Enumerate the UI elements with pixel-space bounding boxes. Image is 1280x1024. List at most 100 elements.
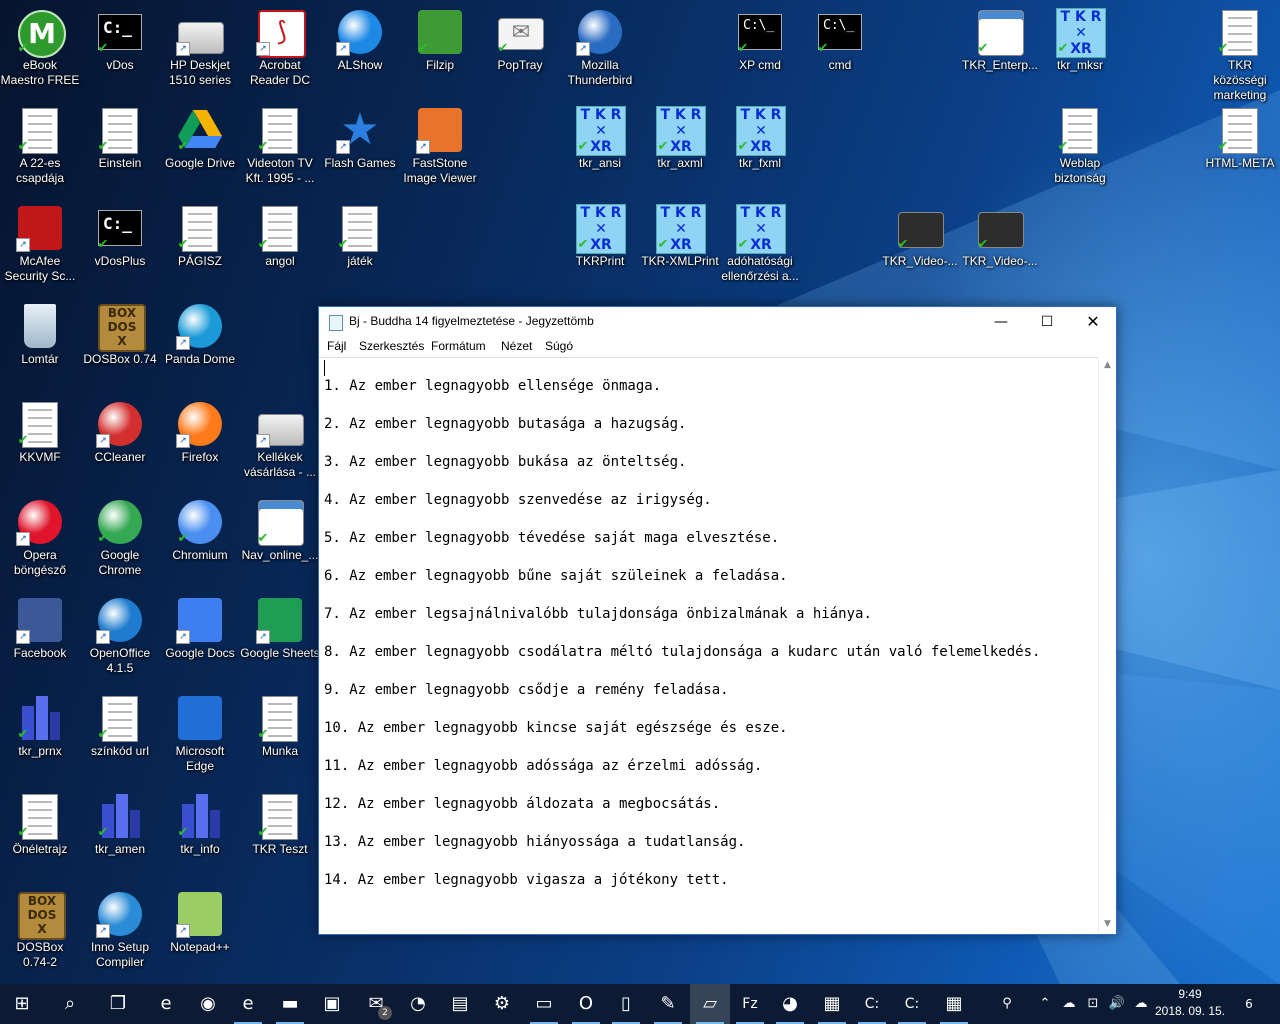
- desktop-icon-weblap-biztonsag[interactable]: ✔ Weblap biztonság: [1040, 98, 1120, 194]
- clock[interactable]: 9:49 2018. 09. 15.: [1152, 986, 1228, 1020]
- desktop-icon-openoffice-4-1-5[interactable]: ↗ OpenOffice 4.1.5: [80, 588, 160, 684]
- desktop-icon-flash-games[interactable]: ★ ↗ Flash Games: [320, 98, 400, 194]
- desktop-icon-filzip[interactable]: ✔ Filzip: [400, 0, 480, 96]
- desktop-icon-tkr-teszt[interactable]: ✔ TKR Teszt: [240, 784, 320, 880]
- desktop-icon-hp-deskjet-1510-series[interactable]: ↗ HP Deskjet 1510 series: [160, 0, 240, 96]
- desktop-icon-vdosplus[interactable]: C:_ ✔ vDosPlus: [80, 196, 160, 292]
- network-icon[interactable]: ⊡: [1082, 984, 1104, 1024]
- desktop-icon-google-drive[interactable]: ✔ Google Drive: [160, 98, 240, 194]
- cmd-icon[interactable]: ▭: [524, 984, 564, 1024]
- desktop-icon-tkr-enterp[interactable]: ✔ TKR_Enterp...: [960, 0, 1040, 96]
- desktop-icon-inno-setup-compiler[interactable]: ↗ Inno Setup Compiler: [80, 882, 160, 978]
- document-icon[interactable]: ▯: [606, 984, 646, 1024]
- chrome-icon[interactable]: ◉: [188, 984, 228, 1024]
- desktop-icon-mcafee-security-sc[interactable]: ↗ McAfee Security Sc...: [0, 196, 80, 292]
- desktop-icon-tkrprint[interactable]: T K R ✕ XR ✔ TKRPrint: [560, 196, 640, 292]
- desktop-icon-facebook[interactable]: ↗ Facebook: [0, 588, 80, 684]
- desktop-icon-pagisz[interactable]: ✔ PÁGISZ: [160, 196, 240, 292]
- desktop-icon-vdos[interactable]: C:_ ✔ vDos: [80, 0, 160, 96]
- desktop-icon-tkr-video[interactable]: ✔ TKR_Video-...: [880, 196, 960, 292]
- desktop-icon-einstein[interactable]: ✔ Einstein: [80, 98, 160, 194]
- desktop-icon-xp-cmd[interactable]: C:\_ ✔ XP cmd: [720, 0, 800, 96]
- menu-file[interactable]: Fájl: [327, 339, 346, 353]
- desktop-icon-acrobat-reader-dc[interactable]: ⟆ ↗ Acrobat Reader DC: [240, 0, 320, 96]
- thunderbird-icon[interactable]: ◔: [398, 984, 438, 1024]
- desktop-icon-szinkod-url[interactable]: ✔ színkód url: [80, 686, 160, 782]
- people-icon[interactable]: ⚲: [996, 984, 1018, 1024]
- scroll-down-arrow[interactable]: ▼: [1099, 916, 1116, 933]
- edge-icon[interactable]: e: [146, 984, 186, 1024]
- paint-icon[interactable]: ✎: [648, 984, 688, 1024]
- desktop-icon-google-chrome[interactable]: ✔ Google Chrome: [80, 490, 160, 586]
- desktop-icon-dosbox-0-74-2[interactable]: BOX DOS X DOSBox 0.74-2: [0, 882, 80, 978]
- minimize-button[interactable]: —: [978, 307, 1024, 337]
- desktop-icon-google-sheets[interactable]: ↗ Google Sheets: [240, 588, 320, 684]
- desktop-icon-cmd[interactable]: C:\_ ✔ cmd: [800, 0, 880, 96]
- vdosplus-icon[interactable]: C:: [892, 984, 932, 1024]
- desktop-icon-tkr-xmlprint[interactable]: T K R ✕ XR ✔ TKR-XMLPrint: [640, 196, 720, 292]
- ie-icon[interactable]: e: [228, 984, 268, 1024]
- desktop-icon-tkr-ansi[interactable]: T K R ✕ XR ✔ tkr_ansi: [560, 98, 640, 194]
- desktop-icon-ccleaner[interactable]: ↗ CCleaner: [80, 392, 160, 488]
- desktop-icon-microsoft-edge[interactable]: Microsoft Edge: [160, 686, 240, 782]
- desktop-icon-nav-online[interactable]: ✔ Nav_online_...: [240, 490, 320, 586]
- close-button[interactable]: ✕: [1070, 307, 1116, 337]
- vertical-scrollbar[interactable]: ▲ ▼: [1098, 357, 1116, 933]
- desktop-icon-oneletrajz[interactable]: ✔ Önéletrajz: [0, 784, 80, 880]
- desktop-icon-tkr-mksr[interactable]: T K R ✕ XR ✔ tkr_mksr: [1040, 0, 1120, 96]
- desktop-icon-videoton-tv-kft-1995[interactable]: ✔ Videoton TV Kft. 1995 - ...: [240, 98, 320, 194]
- menu-view[interactable]: Nézet: [501, 339, 532, 353]
- task-view-icon[interactable]: ❐: [98, 984, 138, 1024]
- firefox-icon[interactable]: ◕: [770, 984, 810, 1024]
- volume-icon[interactable]: 🔊: [1106, 984, 1128, 1024]
- show-hidden-icons[interactable]: ⌃: [1034, 984, 1056, 1024]
- menu-edit[interactable]: Szerkesztés: [359, 339, 424, 353]
- dosbox-icon[interactable]: ▦: [812, 984, 852, 1024]
- desktop-icon-ebook-maestro-free[interactable]: M ✔ eBook Maestro FREE: [0, 0, 80, 96]
- desktop-icon-notepad[interactable]: ↗ Notepad++: [160, 882, 240, 978]
- maximize-button[interactable]: ☐: [1024, 307, 1070, 337]
- desktop-icon-munka[interactable]: ✔ Munka: [240, 686, 320, 782]
- desktop-icon-html-meta[interactable]: ✔ HTML-META: [1200, 98, 1280, 194]
- desktop-icon-dosbox-0-74[interactable]: BOX DOS X DOSBox 0.74: [80, 294, 160, 390]
- desktop-icon-kellekek-vasarlasa[interactable]: ↗ Kellékek vásárlása - ...: [240, 392, 320, 488]
- scroll-up-arrow[interactable]: ▲: [1099, 357, 1116, 374]
- notepad-icon[interactable]: ▱: [690, 984, 730, 1024]
- desktop-icon-panda-dome[interactable]: ↗ Panda Dome: [160, 294, 240, 390]
- desktop-icon-tkr-axml[interactable]: T K R ✕ XR ✔ tkr_axml: [640, 98, 720, 194]
- desktop-icon-mozilla-thunderbird[interactable]: ↗ Mozilla Thunderbird: [560, 0, 640, 96]
- desktop-icon-firefox[interactable]: ↗ Firefox: [160, 392, 240, 488]
- calculator-icon[interactable]: ▦: [934, 984, 974, 1024]
- desktop-icon-opera-bongeszo[interactable]: ↗ Opera böngésző: [0, 490, 80, 586]
- desktop-icon-tkr-amen[interactable]: ✔ tkr_amen: [80, 784, 160, 880]
- desktop-icon-tkr-info[interactable]: ✔ tkr_info: [160, 784, 240, 880]
- desktop-icon-tkr-video[interactable]: ✔ TKR_Video-...: [960, 196, 1040, 292]
- search-icon[interactable]: ⌕: [50, 984, 90, 1024]
- title-bar[interactable]: Bj - Buddha 14 figyelmeztetése - Jegyzet…: [319, 307, 1116, 337]
- store-icon[interactable]: ▣: [312, 984, 352, 1024]
- desktop-icon-tkr-fxml[interactable]: T K R ✕ XR ✔ tkr_fxml: [720, 98, 800, 194]
- menu-help[interactable]: Súgó: [545, 339, 573, 353]
- vdos-icon[interactable]: C:: [852, 984, 892, 1024]
- desktop-icon-a-22-es-csapdaja[interactable]: ✔ A 22-es csapdája: [0, 98, 80, 194]
- onedrive-icon[interactable]: ☁: [1058, 984, 1080, 1024]
- filezilla-icon[interactable]: Fz: [730, 984, 770, 1024]
- notification-center-icon[interactable]: 6: [1236, 984, 1262, 1024]
- desktop-icon-tkr-prnx[interactable]: ✔ tkr_prnx: [0, 686, 80, 782]
- desktop-icon-faststone-image-viewer[interactable]: ↗ FastStone Image Viewer: [400, 98, 480, 194]
- desktop-icon-adohatosagi-ellenorzesi-a[interactable]: T K R ✕ XR ✔ adóhatósági ellenőrzési a...: [720, 196, 800, 292]
- settings-icon[interactable]: ⚙: [482, 984, 522, 1024]
- text-area[interactable]: 1. Az ember legnagyobb ellensége önmaga.…: [319, 357, 1099, 934]
- contacts-icon[interactable]: ▤: [440, 984, 480, 1024]
- file-explorer-icon[interactable]: ▬: [270, 984, 310, 1024]
- desktop-icon-poptray[interactable]: ✉ ✔ PopTray: [480, 0, 560, 96]
- desktop-icon-lomtar[interactable]: Lomtár: [0, 294, 80, 390]
- desktop-icon-alshow[interactable]: ↗ ALShow: [320, 0, 400, 96]
- cloud-sync-icon[interactable]: ☁: [1130, 984, 1152, 1024]
- desktop-icon-angol[interactable]: ✔ angol: [240, 196, 320, 292]
- desktop-icon-tkr-kozossegi-marketing[interactable]: ✔ TKR közösségi marketing: [1200, 0, 1280, 102]
- desktop-icon-jatek[interactable]: ✔ játék: [320, 196, 400, 292]
- menu-format[interactable]: Formátum: [431, 339, 486, 353]
- opera-icon[interactable]: O: [566, 984, 606, 1024]
- desktop-icon-kkvmf[interactable]: ✔ KKVMF: [0, 392, 80, 488]
